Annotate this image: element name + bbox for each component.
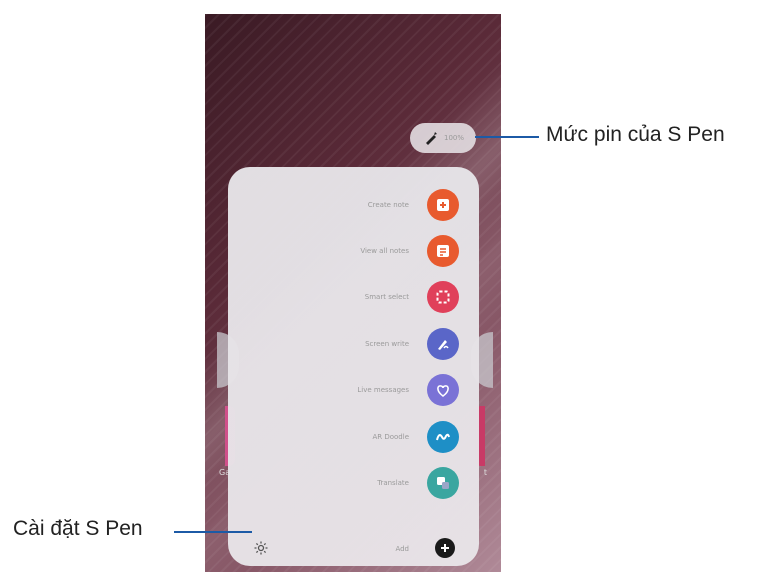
item-label: AR Doodle (372, 433, 409, 441)
item-label: Create note (367, 201, 409, 209)
battery-callout-line (475, 136, 539, 138)
item-label: Translate (377, 479, 409, 487)
settings-callout-line (174, 531, 252, 533)
smart-select-icon (427, 281, 459, 313)
heart-message-icon (427, 374, 459, 406)
item-label: Screen write (365, 340, 409, 348)
air-command-panel: Create note View all notes Smart select … (228, 167, 479, 566)
item-label: View all notes (360, 247, 409, 255)
battery-callout-text: Mức pin của S Pen (546, 123, 725, 146)
plus-icon[interactable] (435, 538, 455, 558)
item-label: Smart select (364, 293, 409, 301)
note-plus-icon (427, 189, 459, 221)
air-command-create-note[interactable]: Create note (228, 185, 479, 225)
air-command-live-messages[interactable]: Live messages (228, 370, 479, 410)
screen-write-icon (427, 328, 459, 360)
item-label: Live messages (357, 386, 409, 394)
notes-list-icon (427, 235, 459, 267)
translate-icon (427, 467, 459, 499)
spen-battery-pill[interactable]: 100% (410, 123, 476, 153)
air-command-ar-doodle[interactable]: AR Doodle (228, 417, 479, 457)
doodle-icon (427, 421, 459, 453)
app-label-right: t (483, 468, 487, 477)
phone-screen: Ga t 100% Create note View all notes Sma… (205, 14, 501, 572)
add-label: Add (395, 545, 409, 553)
settings-callout-text: Cài đặt S Pen (13, 517, 143, 540)
spen-battery-level: 100% (444, 134, 465, 142)
air-command-smart-select[interactable]: Smart select (228, 277, 479, 317)
spen-icon (426, 132, 437, 145)
air-command-translate[interactable]: Translate (228, 463, 479, 503)
air-command-view-all-notes[interactable]: View all notes (228, 231, 479, 271)
air-command-screen-write[interactable]: Screen write (228, 324, 479, 364)
